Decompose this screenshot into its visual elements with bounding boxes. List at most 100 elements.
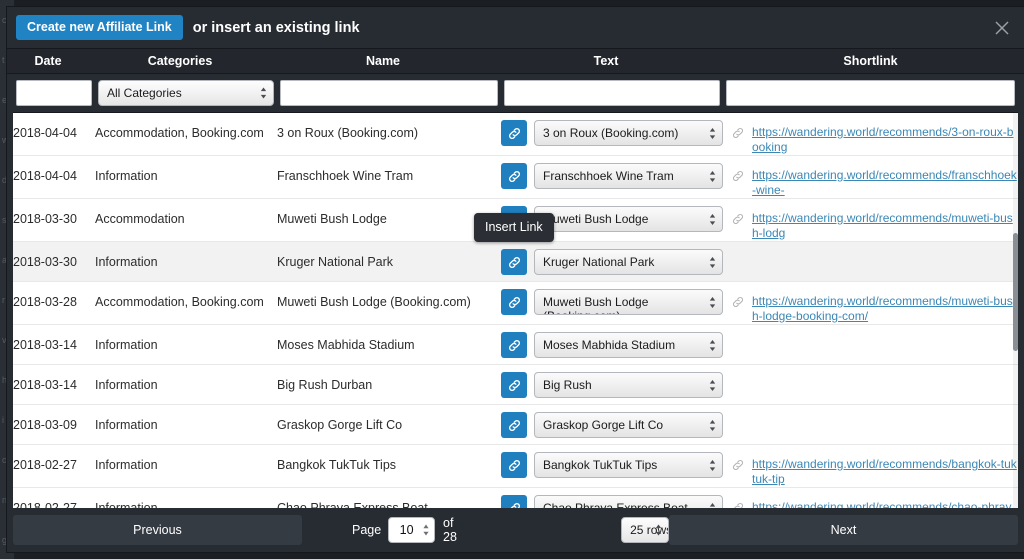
link-text-value: Kruger National Park [543, 255, 655, 269]
shortlink-url[interactable]: https://wandering.world/recommends/3-on-… [752, 125, 1018, 155]
table-row[interactable]: 2018-03-30 Information Kruger National Par… [13, 242, 1018, 282]
shortlink-url[interactable]: https://wandering.world/recommends/chao-… [752, 500, 1018, 508]
create-new-affiliate-link-button[interactable]: Create new Affiliate Link [16, 14, 183, 41]
chevron-updown-icon [709, 460, 716, 471]
date-filter-input[interactable] [16, 80, 92, 106]
chevron-updown-icon [260, 87, 267, 99]
page-number-stepper[interactable] [388, 517, 436, 543]
name-filter-input[interactable] [280, 80, 498, 106]
chevron-updown-icon [709, 297, 716, 308]
text-filter-input[interactable] [504, 80, 720, 106]
link-text-select[interactable]: Kruger National Park [534, 249, 723, 275]
column-header-date[interactable]: Date [7, 54, 89, 68]
link-icon [731, 458, 745, 475]
link-icon [731, 126, 745, 143]
link-icon [731, 212, 745, 229]
cell-name: Bangkok TukTuk Tips [277, 458, 397, 472]
link-text-select[interactable]: Muweti Bush Lodge (Booking.com) [534, 289, 723, 315]
insert-link-button[interactable] [501, 495, 527, 508]
cell-shortlink [723, 325, 1018, 337]
filter-cell-date [13, 80, 95, 106]
close-icon[interactable] [989, 15, 1015, 41]
links-table-rows: 2018-04-04 Accommodation, Booking.com 3 on… [13, 113, 1018, 508]
cell-name: Big Rush Durban [277, 378, 373, 392]
cell-text: Franschhoek Wine Tram [501, 156, 723, 189]
table-row[interactable]: 2018-03-14 Information Moses Mabhida Stadi… [13, 325, 1018, 365]
link-text-select[interactable]: Franschhoek Wine Tram [534, 163, 723, 189]
table-row[interactable]: 2018-03-28 Accommodation, Booking.com Muwe… [13, 282, 1018, 325]
chevron-updown-icon [655, 524, 662, 536]
insert-affiliate-link-modal: Create new Affiliate Link or insert an e… [7, 7, 1024, 552]
table-row[interactable]: 2018-02-27 Information Bangkok TukTuk Tips… [13, 445, 1018, 488]
insert-link-button[interactable] [501, 452, 527, 478]
cell-categories: Information [95, 338, 158, 352]
insert-link-button[interactable] [501, 372, 527, 398]
link-icon [731, 295, 745, 312]
link-text-select[interactable]: Chao Phraya Express Boat [534, 495, 723, 508]
rows-per-page-select[interactable]: 25 rows [621, 517, 669, 543]
cell-date: 2018-02-27 [13, 458, 77, 472]
insert-link-button[interactable] [501, 249, 527, 275]
filter-cell-name [277, 80, 501, 106]
link-text-value: Franschhoek Wine Tram [543, 169, 674, 183]
shortlink-url[interactable]: https://wandering.world/recommends/muwet… [752, 211, 1018, 241]
cell-name: Franschhoek Wine Tram [277, 169, 414, 183]
insert-link-button[interactable] [501, 289, 527, 315]
cell-categories: Information [95, 418, 158, 432]
table-row[interactable]: 2018-03-14 Information Big Rush Durban Big … [13, 365, 1018, 405]
table-scrollbar[interactable] [1013, 113, 1018, 508]
insert-link-tooltip: Insert Link [474, 213, 554, 242]
stepper-arrows-icon[interactable] [422, 524, 430, 537]
link-text-select[interactable]: 3 on Roux (Booking.com) [534, 120, 723, 146]
column-header-categories[interactable]: Categories [89, 54, 271, 68]
link-text-value: Moses Mabhida Stadium [543, 338, 676, 352]
page-total-label: of 28 [443, 516, 457, 544]
previous-page-button[interactable]: Previous [13, 515, 302, 545]
cell-shortlink: https://wandering.world/recommends/frans… [723, 156, 1018, 198]
cell-shortlink: https://wandering.world/recommends/chao-… [723, 488, 1018, 508]
link-text-value: Graskop Gorge Lift Co [543, 418, 664, 432]
cell-text: Muweti Bush Lodge (Booking.com) [501, 282, 723, 315]
shortlink-url[interactable]: https://wandering.world/recommends/bangk… [752, 457, 1018, 487]
table-row[interactable]: 2018-04-04 Accommodation, Booking.com 3 on… [13, 113, 1018, 156]
filter-row: All Categories [7, 74, 1024, 112]
shortlink-filter-input[interactable] [726, 80, 1015, 106]
filter-cell-categories: All Categories [95, 80, 277, 106]
cell-categories: Information [95, 501, 158, 508]
table-row[interactable]: 2018-03-09 Information Graskop Gorge Lift … [13, 405, 1018, 445]
cell-date: 2018-03-09 [13, 418, 77, 432]
cell-date: 2018-04-04 [13, 126, 77, 140]
link-text-select[interactable]: Moses Mabhida Stadium [534, 332, 723, 358]
insert-link-button[interactable] [501, 163, 527, 189]
cell-shortlink [723, 242, 1018, 254]
cell-shortlink: https://wandering.world/recommends/muwet… [723, 199, 1018, 241]
categories-filter-select[interactable]: All Categories [98, 80, 274, 106]
column-header-text[interactable]: Text [495, 54, 717, 68]
table-row[interactable]: 2018-02-27 Information Chao Phraya Express… [13, 488, 1018, 508]
insert-link-button[interactable] [501, 332, 527, 358]
column-header-name[interactable]: Name [271, 54, 495, 68]
link-text-select[interactable]: Muweti Bush Lodge [534, 206, 723, 232]
rows-per-page-value: 25 rows [630, 523, 669, 537]
chevron-updown-icon [709, 503, 716, 507]
categories-filter-value: All Categories [107, 86, 182, 100]
cell-categories: Accommodation, Booking.com [95, 295, 264, 309]
chevron-updown-icon [709, 420, 716, 431]
table-row[interactable]: 2018-04-04 Information Franschhoek Wine Tr… [13, 156, 1018, 199]
chevron-updown-icon [709, 380, 716, 391]
link-text-select[interactable]: Graskop Gorge Lift Co [534, 412, 723, 438]
table-scrollbar-thumb[interactable] [1013, 233, 1018, 351]
link-text-select[interactable]: Bangkok TukTuk Tips [534, 452, 723, 478]
filter-cell-text [501, 80, 723, 106]
column-header-shortlink[interactable]: Shortlink [717, 54, 1024, 68]
cell-text: Kruger National Park [501, 242, 723, 275]
next-page-button[interactable]: Next [669, 515, 1018, 545]
chevron-updown-icon [709, 171, 716, 182]
insert-link-button[interactable] [501, 412, 527, 438]
insert-link-button[interactable] [501, 120, 527, 146]
shortlink-url[interactable]: https://wandering.world/recommends/muwet… [752, 294, 1018, 324]
link-text-select[interactable]: Big Rush [534, 372, 723, 398]
shortlink-url[interactable]: https://wandering.world/recommends/frans… [752, 168, 1018, 198]
cell-text: Big Rush [501, 365, 723, 398]
link-text-value: Big Rush [543, 378, 592, 392]
